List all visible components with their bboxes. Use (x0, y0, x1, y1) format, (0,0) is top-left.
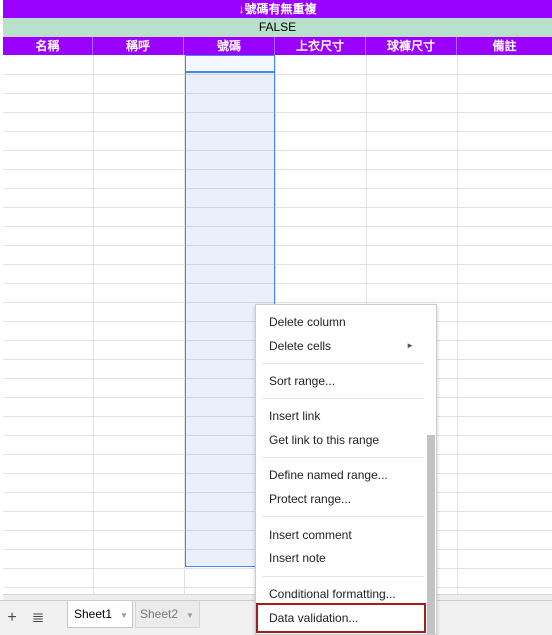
tab-dropdown-icon[interactable]: ▼ (186, 602, 194, 629)
active-cell[interactable] (185, 55, 275, 73)
title-banner[interactable]: ↓號碼有無重複 (3, 0, 552, 18)
header-number[interactable]: 號碼 (184, 37, 275, 55)
row-gridline (3, 226, 552, 227)
column-gridline (457, 55, 458, 594)
all-sheets-menu-icon[interactable]: ≣ (28, 608, 48, 628)
formula-result-cell[interactable]: FALSE (3, 18, 552, 37)
row-gridline (3, 74, 552, 75)
menu-separator (262, 398, 424, 399)
row-gridline (3, 112, 552, 113)
menu-item-get-link[interactable]: Get link to this range (256, 429, 426, 451)
row-gridline (3, 188, 552, 189)
row-gridline (3, 131, 552, 132)
row-gridline (3, 207, 552, 208)
menu-item-delete-column[interactable]: Delete column (256, 311, 426, 333)
row-gridline (3, 150, 552, 151)
menu-separator (262, 516, 424, 517)
menu-item-data-validation[interactable]: Data validation... (256, 607, 426, 629)
menu-item-insert-note[interactable]: Insert note (256, 547, 426, 569)
tab-sheet1[interactable]: Sheet1 ▼ (67, 601, 133, 628)
menu-item-protect-range[interactable]: Protect range... (256, 488, 426, 510)
header-title[interactable]: 稱呼 (93, 37, 184, 55)
header-name[interactable]: 名稱 (3, 37, 93, 55)
menu-item-define-named-range[interactable]: Define named range... (256, 464, 426, 486)
submenu-arrow-icon: ► (406, 341, 414, 350)
row-gridline (3, 245, 552, 246)
menu-item-sort-range[interactable]: Sort range... (256, 370, 426, 392)
row-gridline (3, 283, 552, 284)
menu-item-insert-comment[interactable]: Insert comment (256, 524, 426, 546)
menu-scrollbar[interactable] (427, 435, 435, 634)
row-gridline (3, 93, 552, 94)
menu-item-conditional-formatting[interactable]: Conditional formatting... (256, 583, 426, 605)
tab-sheet1-label: Sheet1 (74, 607, 113, 621)
add-sheet-button[interactable]: + (2, 608, 22, 628)
menu-separator (262, 576, 424, 577)
context-menu: Delete column Delete cells ► Sort range.… (255, 304, 437, 635)
tab-sheet2-label: Sheet2 (140, 607, 179, 621)
row-gridline (3, 302, 552, 303)
menu-separator (262, 457, 424, 458)
menu-separator (262, 363, 424, 364)
header-shorts-size[interactable]: 球褲尺寸 (366, 37, 457, 55)
header-shirt-size[interactable]: 上衣尺寸 (275, 37, 366, 55)
column-gridline (93, 55, 94, 594)
column-header-row: 名稱 稱呼 號碼 上衣尺寸 球褲尺寸 備註 (3, 37, 552, 55)
row-gridline (3, 169, 552, 170)
menu-item-delete-cells[interactable]: Delete cells ► (256, 335, 426, 357)
tab-sheet2[interactable]: Sheet2 ▼ (135, 601, 200, 628)
header-notes[interactable]: 備註 (457, 37, 552, 55)
row-gridline (3, 264, 552, 265)
menu-item-insert-link[interactable]: Insert link (256, 405, 426, 427)
tab-dropdown-icon[interactable]: ▼ (120, 602, 128, 629)
menu-item-label: Delete cells (269, 339, 332, 353)
